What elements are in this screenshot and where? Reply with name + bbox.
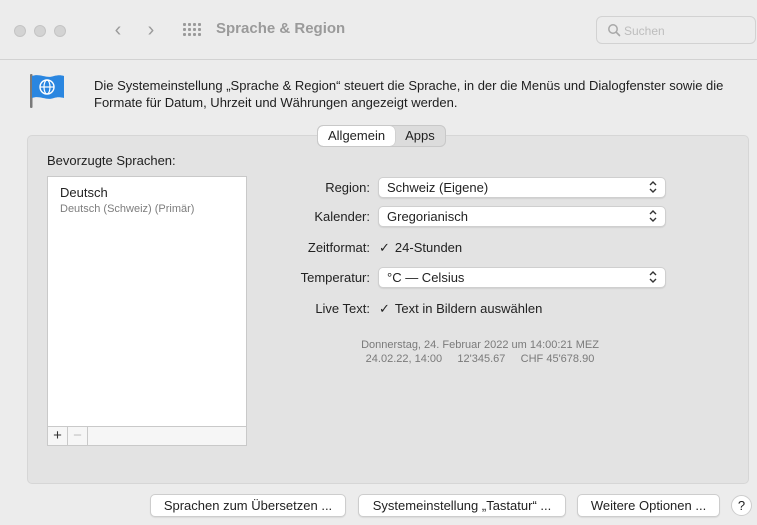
tab-apps[interactable]: Apps (395, 126, 445, 146)
preview-number-line: 24.02.22, 14:00 12'345.67 CHF 45'678.90 (365, 353, 595, 365)
add-language-button[interactable]: + (48, 427, 68, 445)
calendar-value: Gregorianisch (387, 209, 468, 224)
help-button[interactable]: ? (731, 495, 752, 516)
zoom-window-button[interactable] (54, 25, 66, 37)
chevron-up-down-icon (649, 210, 657, 222)
minimize-window-button[interactable] (34, 25, 46, 37)
region-value: Schweiz (Eigene) (387, 180, 489, 195)
keyboard-settings-button[interactable]: Systemeinstellung „Tastatur“ ... (358, 494, 566, 517)
live-text-label: Live Text: (315, 301, 370, 316)
tab-allgemein[interactable]: Allgemein (318, 126, 396, 146)
time-format-value: 24-Stunden (394, 240, 463, 255)
window-title: Sprache & Region (216, 20, 346, 37)
more-options-button[interactable]: Weitere Optionen ... (577, 494, 720, 517)
language-detail: Deutsch (Schweiz) (Primär) (60, 203, 195, 215)
live-text-value: Text in Bildern auswählen (394, 301, 543, 316)
forward-button[interactable]: › (140, 18, 162, 42)
region-select[interactable]: Schweiz (Eigene) (378, 177, 666, 198)
search-field[interactable] (596, 16, 756, 44)
checkmark-icon: ✓ (379, 301, 390, 316)
calendar-label: Kalender: (314, 209, 370, 224)
header-description: Die Systemeinstellung „Sprache & Region“… (94, 78, 724, 110)
titlebar: ‹ › Sprache & Region (0, 0, 757, 60)
language-list[interactable]: Deutsch Deutsch (Schweiz) (Primär) + − (47, 176, 247, 446)
format-preview: Donnerstag, 24. Februar 2022 um 14:00:21… (300, 338, 660, 366)
list-controls: + − (48, 426, 246, 445)
preferences-window: ‹ › Sprache & Region Die Systemeinstellu… (0, 0, 757, 525)
tab-bar: Allgemein Apps (317, 125, 446, 147)
flag-globe-icon (30, 74, 64, 108)
temperature-label: Temperatur: (300, 270, 370, 285)
calendar-select[interactable]: Gregorianisch (378, 206, 666, 227)
region-label: Region: (325, 180, 370, 195)
time-format-label: Zeitformat: (307, 240, 370, 255)
remove-language-button[interactable]: − (68, 427, 88, 445)
translate-languages-button[interactable]: Sprachen zum Übersetzen ... (150, 494, 346, 517)
checkmark-icon: ✓ (379, 240, 390, 255)
search-icon (608, 24, 621, 37)
preferred-languages-label: Bevorzugte Sprachen: (47, 153, 176, 168)
live-text-checkbox[interactable]: ✓ Text in Bildern auswählen (379, 301, 542, 317)
chevron-up-down-icon (649, 271, 657, 283)
search-input[interactable] (624, 22, 744, 39)
language-name: Deutsch (60, 185, 108, 200)
temperature-value: °C — Celsius (387, 270, 465, 285)
preview-date-line: Donnerstag, 24. Februar 2022 um 14:00:21… (361, 339, 599, 351)
back-button[interactable]: ‹ (107, 18, 129, 42)
time-format-checkbox[interactable]: ✓ 24-Stunden (379, 240, 462, 256)
temperature-select[interactable]: °C — Celsius (378, 267, 666, 288)
list-item[interactable]: Deutsch Deutsch (Schweiz) (Primär) (60, 185, 194, 215)
close-window-button[interactable] (14, 25, 26, 37)
show-all-grid-icon[interactable] (183, 23, 201, 37)
chevron-up-down-icon (649, 181, 657, 193)
